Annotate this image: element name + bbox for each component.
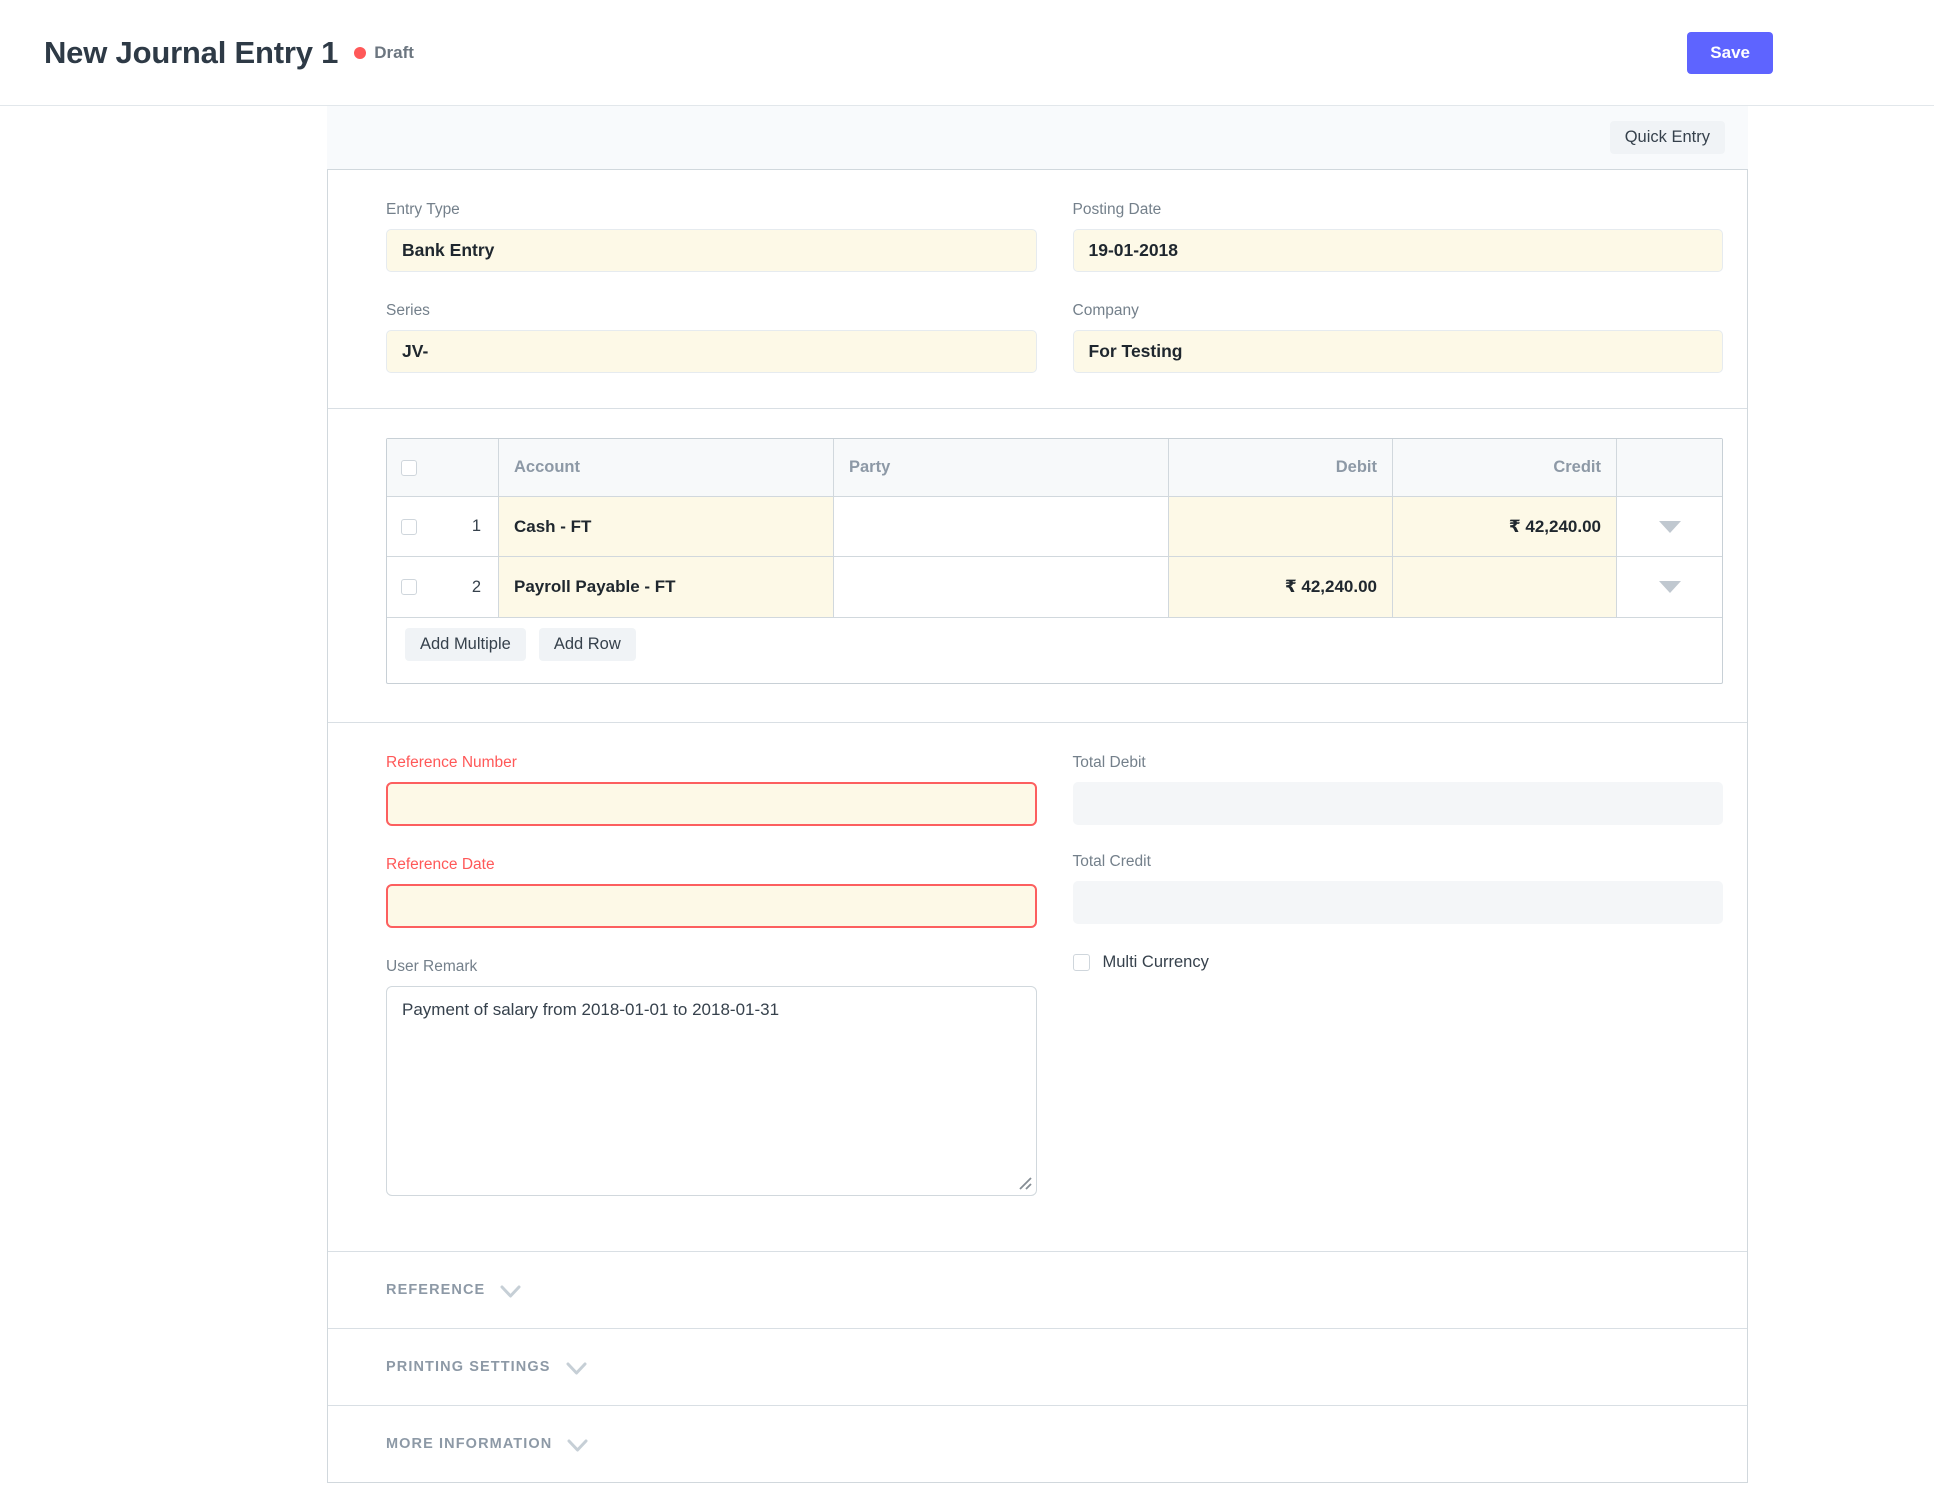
reference-date-field: Reference Date: [386, 855, 1037, 928]
row-1-checkbox[interactable]: [401, 518, 417, 535]
total-credit-label: Total Credit: [1072, 853, 1151, 870]
grid-header-select-cell: [387, 439, 499, 496]
section-reference: Reference Number Reference Date User Rem…: [328, 722, 1747, 1251]
section-toggle-label: MORE INFORMATION: [386, 1436, 553, 1452]
grid-header-menu-cell: [1617, 439, 1722, 496]
entry-type-field: Entry Type: [386, 200, 1037, 272]
title-area: New Journal Entry 1 Draft: [44, 35, 414, 71]
reference-number-field: Reference Number: [386, 753, 1037, 826]
grid-row-1[interactable]: 1 Cash - FT ₹ 42,240.00: [387, 497, 1722, 557]
section-toggle-printing-settings[interactable]: PRINTING SETTINGS: [328, 1328, 1747, 1405]
user-remark-label: User Remark: [386, 958, 478, 975]
row-2-expand-cell[interactable]: [1617, 557, 1722, 617]
section-main-fields: Entry Type Series Posting Date Company: [328, 170, 1747, 408]
section-accounting-entries: Account Party Debit Credit 1 Cash - FT ₹…: [328, 408, 1747, 722]
user-remark-textarea[interactable]: Payment of salary from 2018-01-01 to 201…: [386, 986, 1037, 1196]
user-remark-field: User Remark Payment of salary from 2018-…: [386, 957, 1037, 1196]
entry-type-input[interactable]: [386, 229, 1037, 272]
entry-type-label: Entry Type: [386, 201, 460, 218]
column-left: Reference Number Reference Date User Rem…: [386, 753, 1037, 1196]
company-input[interactable]: [1072, 330, 1723, 373]
section-toggle-label: REFERENCE: [386, 1282, 486, 1298]
row-2-debit-cell[interactable]: ₹ 42,240.00: [1169, 557, 1393, 617]
accounts-grid: Account Party Debit Credit 1 Cash - FT ₹…: [386, 438, 1723, 684]
form-toolbar: Quick Entry: [327, 106, 1748, 169]
save-button[interactable]: Save: [1687, 31, 1773, 74]
multi-currency-checkbox[interactable]: [1072, 954, 1090, 971]
quick-entry-button[interactable]: Quick Entry: [1609, 121, 1725, 154]
company-field: Company: [1072, 301, 1723, 373]
row-2-party-cell[interactable]: [834, 557, 1169, 617]
form-column: Quick Entry Entry Type Series: [327, 106, 1748, 1483]
company-label: Company: [1072, 302, 1139, 319]
row-2-checkbox[interactable]: [401, 579, 417, 595]
form-card: Entry Type Series Posting Date Company: [327, 169, 1748, 1483]
row-select-cell: 2: [387, 557, 499, 617]
row-1-credit-cell[interactable]: ₹ 42,240.00: [1393, 497, 1617, 556]
posting-date-field: Posting Date: [1072, 200, 1723, 272]
status-badge: Draft: [374, 42, 414, 62]
total-credit-field: Total Credit: [1072, 852, 1723, 924]
row-1-party-cell[interactable]: [834, 497, 1169, 556]
grid-header-party: Party: [834, 439, 1169, 496]
grid-header-debit: Debit: [1169, 439, 1393, 496]
series-input[interactable]: [386, 330, 1037, 373]
grid-header-account: Account: [499, 439, 834, 496]
total-credit-value: [1072, 881, 1723, 924]
caret-down-icon: [1658, 581, 1681, 593]
multi-currency-label: Multi Currency: [1102, 953, 1209, 971]
row-1-expand-cell[interactable]: [1617, 497, 1722, 556]
chevron-down-icon: [567, 1439, 588, 1451]
posting-date-label: Posting Date: [1072, 201, 1162, 218]
row-select-cell: 1: [387, 497, 499, 556]
multi-currency-field: Multi Currency: [1072, 953, 1724, 972]
row-2-credit-cell[interactable]: [1393, 557, 1617, 617]
total-debit-field: Total Debit: [1072, 753, 1723, 825]
reference-date-label: Reference Date: [386, 856, 495, 873]
row-2-index: 2: [471, 577, 481, 596]
row-1-account-cell[interactable]: Cash - FT: [499, 497, 834, 556]
grid-header-credit: Credit: [1393, 439, 1617, 496]
journal-entry-page: New Journal Entry 1 Draft Save Quick Ent…: [0, 0, 1934, 1498]
column-left: Entry Type Series: [386, 200, 1037, 373]
chevron-down-icon: [566, 1362, 587, 1374]
grid-footer: Add Multiple Add Row: [387, 618, 1722, 683]
section-toggle-more-information[interactable]: MORE INFORMATION: [328, 1405, 1747, 1482]
column-right: Posting Date Company: [1072, 200, 1723, 373]
select-all-checkbox[interactable]: [401, 459, 417, 476]
grid-header-row: Account Party Debit Credit: [387, 439, 1722, 497]
page-header: New Journal Entry 1 Draft Save: [0, 0, 1934, 106]
section-toggle-label: PRINTING SETTINGS: [386, 1359, 551, 1375]
page-title: New Journal Entry 1: [44, 34, 339, 70]
series-label: Series: [386, 302, 430, 319]
series-field: Series: [386, 301, 1037, 373]
total-debit-label: Total Debit: [1072, 754, 1146, 771]
add-multiple-button[interactable]: Add Multiple: [405, 628, 526, 661]
reference-number-label: Reference Number: [386, 754, 517, 771]
row-1-index: 1: [471, 517, 481, 535]
chevron-down-icon: [500, 1285, 521, 1297]
grid-row-2[interactable]: 2 Payroll Payable - FT ₹ 42,240.00: [387, 557, 1722, 618]
section-toggle-reference[interactable]: REFERENCE: [328, 1251, 1747, 1328]
row-1-debit-cell[interactable]: [1169, 497, 1393, 556]
row-2-account-cell[interactable]: Payroll Payable - FT: [499, 557, 834, 617]
user-remark-wrapper: Payment of salary from 2018-01-01 to 201…: [386, 986, 1037, 1196]
draft-indicator-icon: [354, 46, 367, 59]
reference-date-input[interactable]: [386, 884, 1037, 928]
reference-number-input[interactable]: [386, 782, 1037, 826]
resize-grip-icon[interactable]: [1018, 1176, 1033, 1191]
total-debit-value: [1072, 782, 1723, 825]
column-right: Total Debit Total Credit Multi Currency: [1072, 753, 1724, 1196]
posting-date-input[interactable]: [1072, 229, 1723, 272]
caret-down-icon: [1658, 520, 1681, 533]
add-row-button[interactable]: Add Row: [538, 628, 636, 661]
